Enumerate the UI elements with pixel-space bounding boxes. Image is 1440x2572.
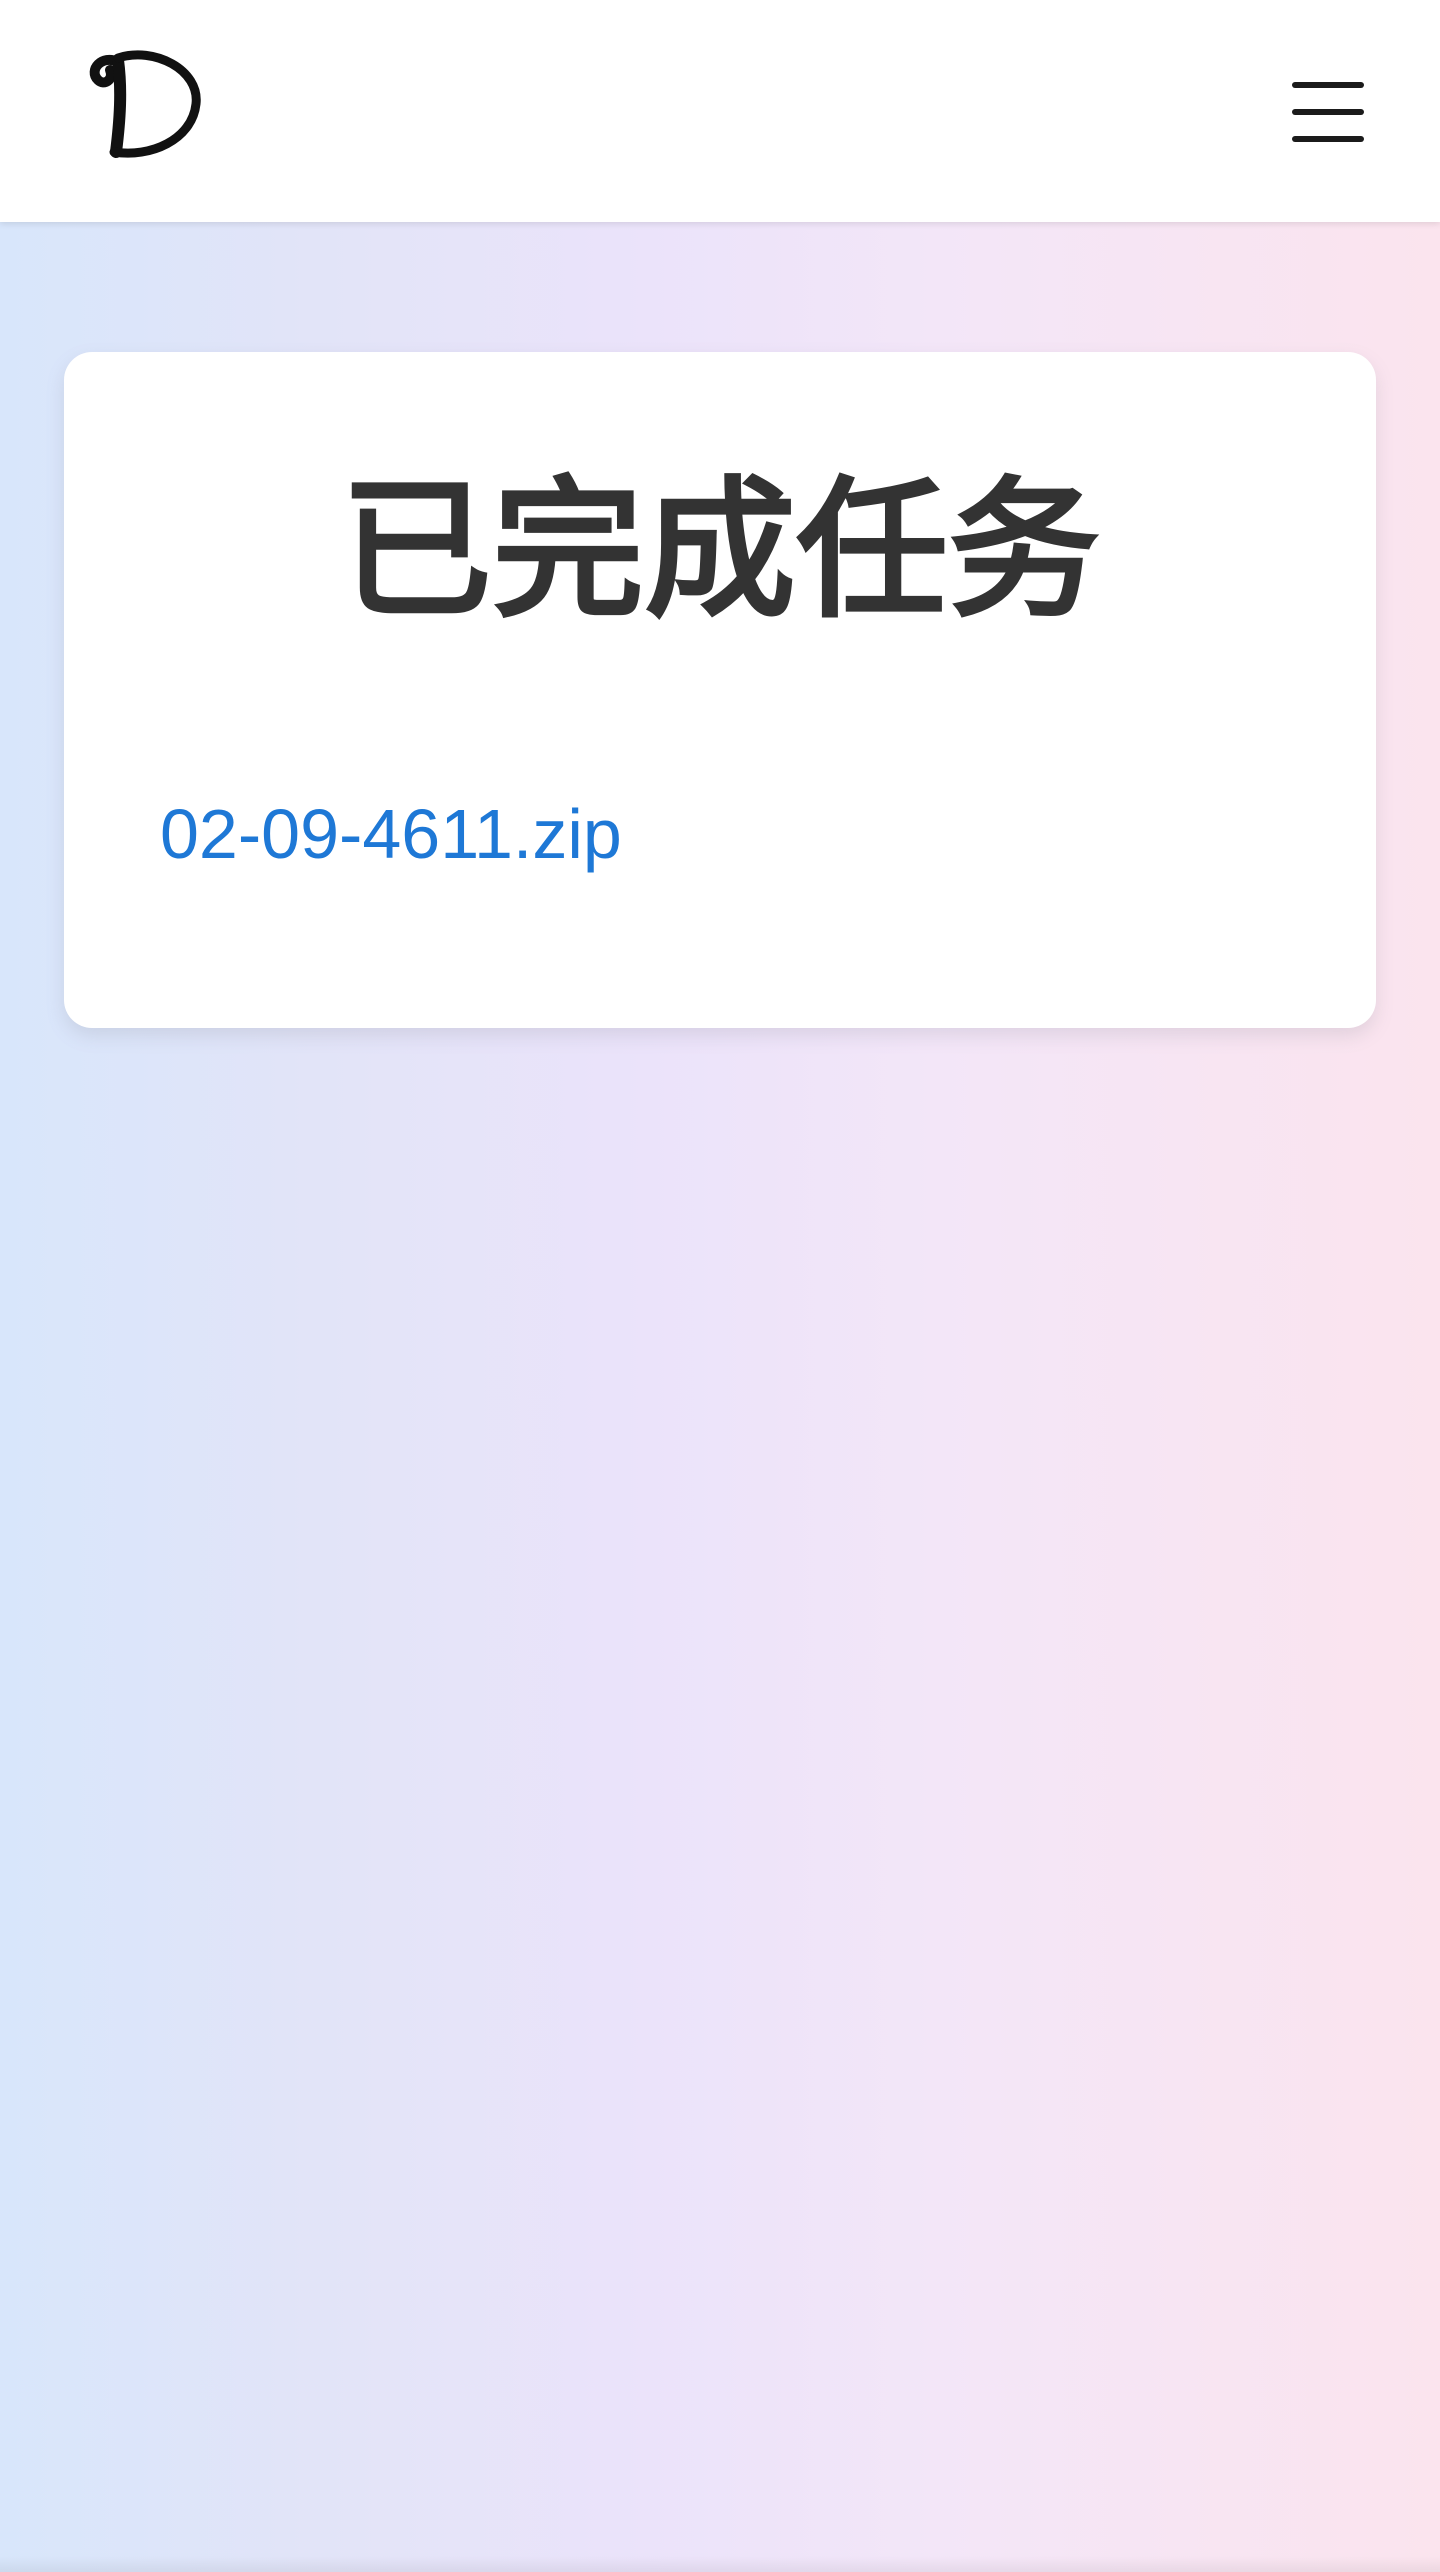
home-logo[interactable] bbox=[84, 40, 204, 164]
bottom-edge-shade bbox=[0, 2556, 1440, 2572]
hamburger-menu-icon-middle-bar bbox=[1292, 109, 1364, 115]
file-download-link[interactable]: 02-09-4611.zip bbox=[160, 792, 622, 876]
completed-tasks-card: 已完成任务 02-09-4611.zip bbox=[64, 352, 1376, 1028]
page-title: 已完成任务 bbox=[340, 462, 1100, 639]
handwritten-d-logo-icon bbox=[89, 50, 201, 158]
hamburger-menu-button[interactable] bbox=[1280, 70, 1370, 154]
hamburger-menu-icon-bottom-bar bbox=[1292, 136, 1364, 142]
top-navbar bbox=[0, 0, 1440, 222]
hamburger-menu-icon bbox=[1292, 82, 1364, 88]
